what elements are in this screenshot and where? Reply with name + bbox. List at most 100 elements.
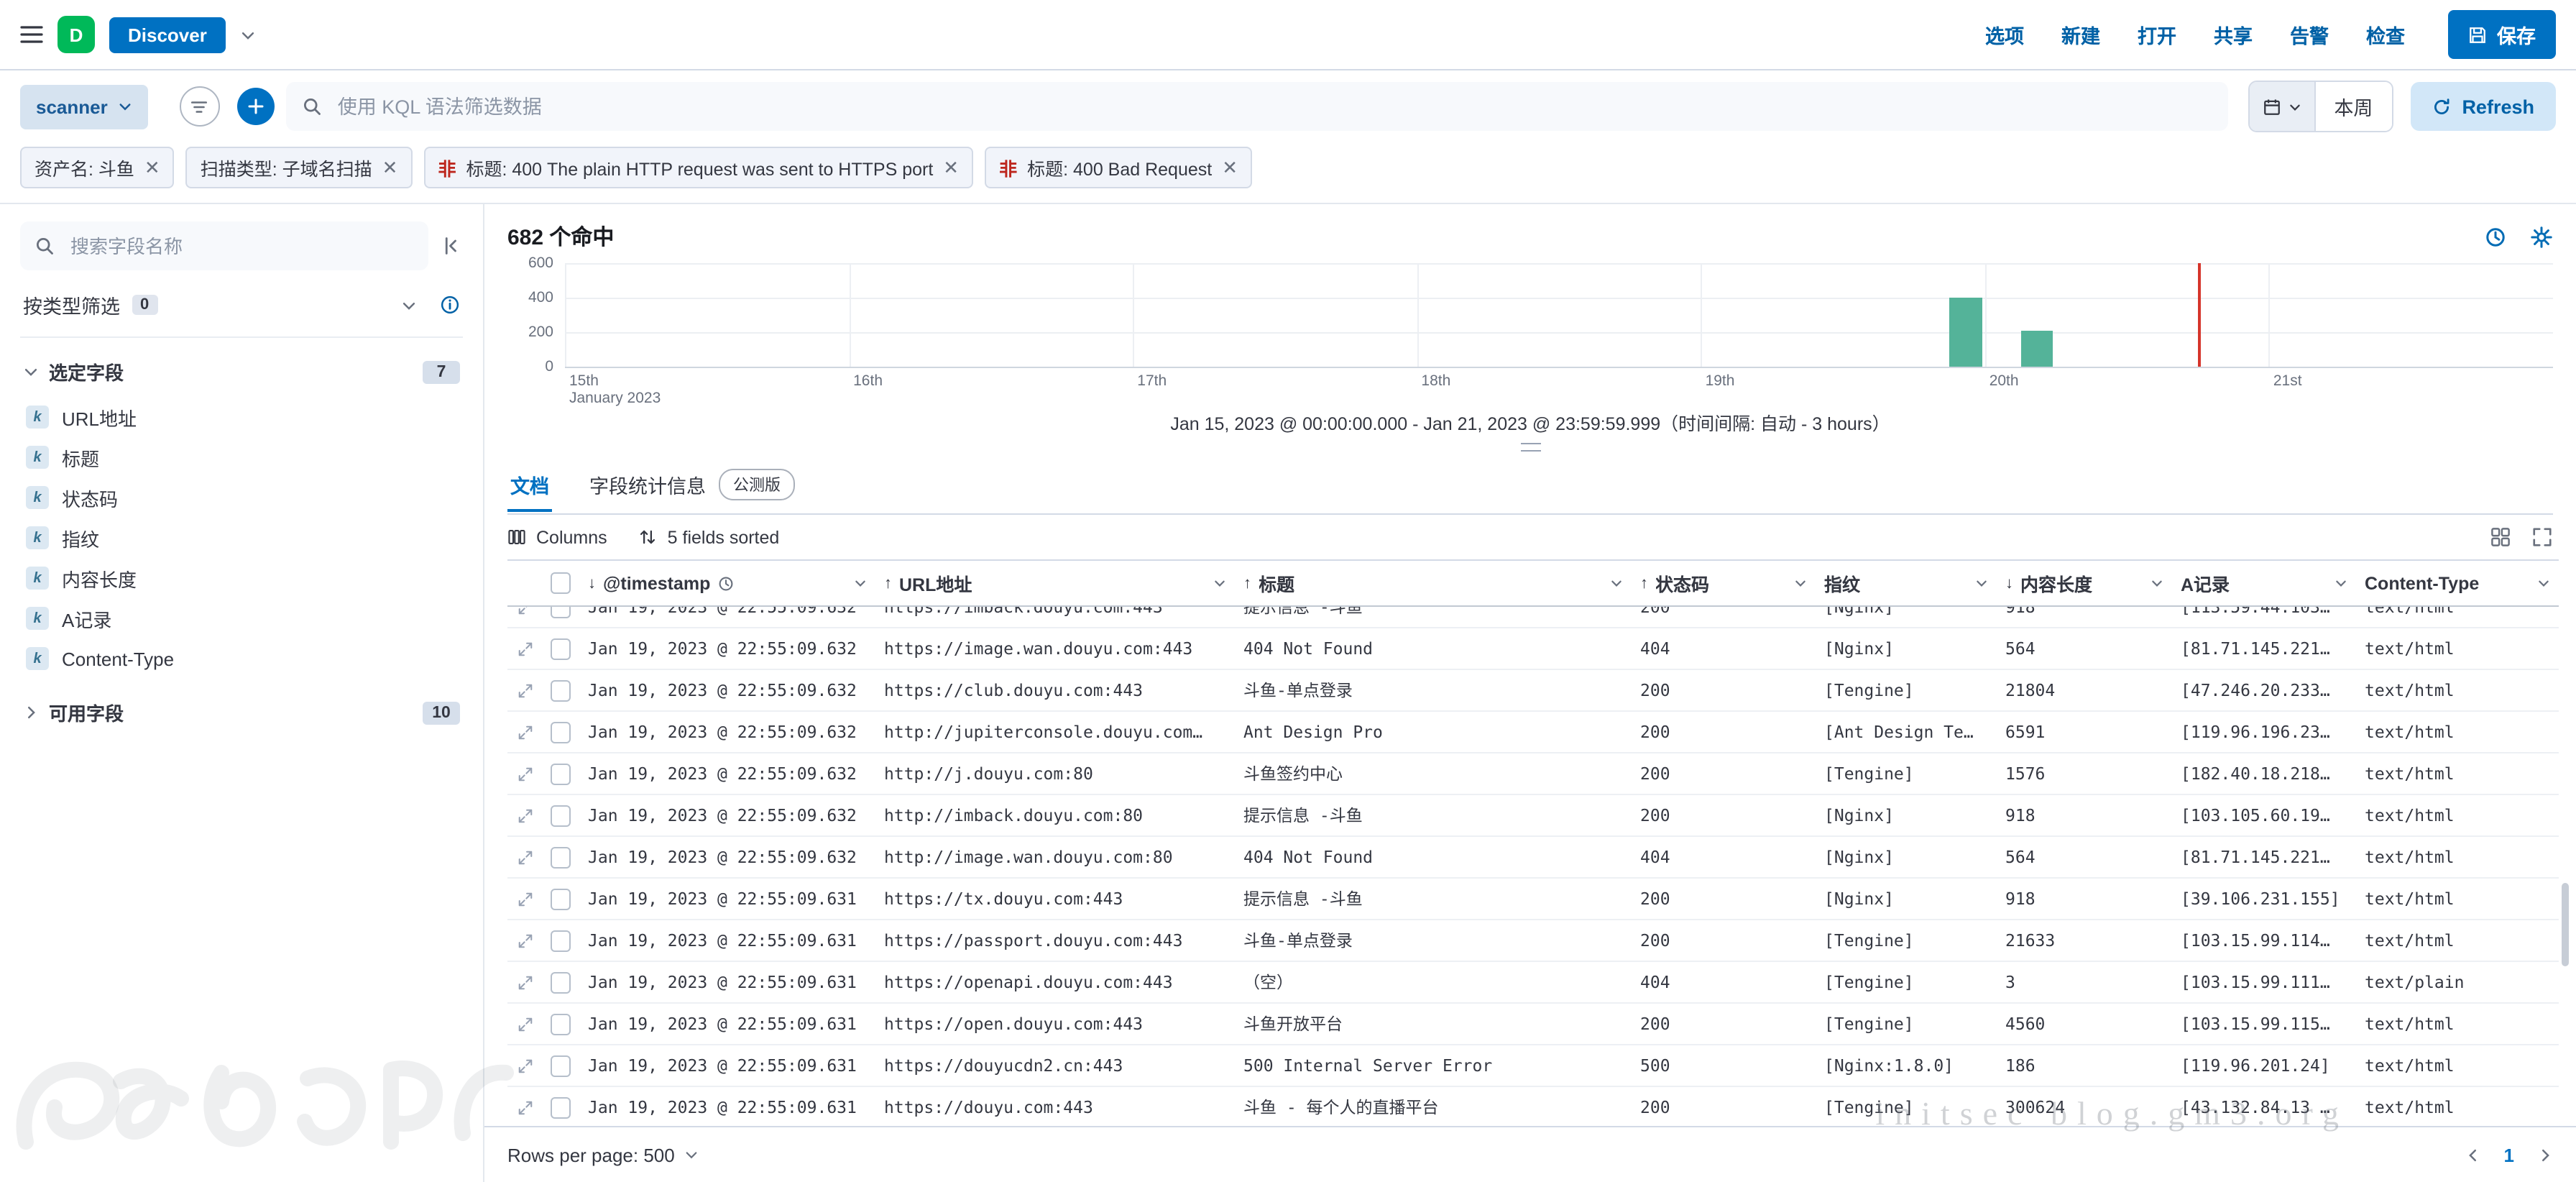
calendar-button[interactable] [2249, 82, 2314, 131]
nav-link-5[interactable]: 检查 [2366, 20, 2405, 49]
collapse-sidebar-icon[interactable] [443, 236, 463, 256]
add-filter-icon[interactable] [237, 88, 275, 125]
nav-link-3[interactable]: 共享 [2214, 20, 2253, 49]
filter-pill-2[interactable]: 非标题: 400 The plain HTTP request was sent… [423, 147, 973, 188]
expand-row-icon[interactable] [517, 933, 533, 948]
expand-row-icon[interactable] [517, 1058, 533, 1073]
remove-filter-icon[interactable]: ✕ [144, 158, 160, 177]
refresh-button[interactable]: Refresh [2410, 82, 2556, 131]
select-all-checkbox[interactable] [551, 572, 571, 594]
expand-row-icon[interactable] [517, 641, 533, 656]
column-header-A记录[interactable]: A记录 [2172, 561, 2356, 605]
time-range-button[interactable]: 本周 [2314, 82, 2391, 131]
expand-row-icon[interactable] [517, 607, 533, 615]
column-menu-icon[interactable] [1975, 577, 1988, 590]
row-checkbox[interactable] [551, 1055, 571, 1076]
data-view-picker[interactable]: scanner [20, 84, 148, 129]
column-menu-icon[interactable] [854, 577, 867, 590]
row-checkbox[interactable] [551, 607, 571, 618]
vertical-scrollbar[interactable] [2562, 882, 2569, 966]
row-checkbox[interactable] [551, 1096, 571, 1118]
gear-icon[interactable] [2530, 225, 2553, 248]
rows-per-page[interactable]: Rows per page: 500 [507, 1144, 699, 1165]
expand-row-icon[interactable] [517, 1016, 533, 1032]
column-header-指纹[interactable]: 指纹 [1816, 561, 1997, 605]
column-header-内容长度[interactable]: ↓内容长度 [1997, 561, 2172, 605]
column-menu-icon[interactable] [1213, 577, 1226, 590]
nav-link-1[interactable]: 新建 [2061, 20, 2100, 49]
field-item-内容长度[interactable]: k内容长度 [20, 558, 463, 598]
space-avatar[interactable]: D [58, 16, 95, 53]
nav-link-4[interactable]: 告警 [2290, 20, 2329, 49]
history-icon[interactable] [2484, 225, 2507, 248]
resize-handle[interactable] [484, 439, 2576, 456]
save-button[interactable]: 保存 [2448, 10, 2556, 59]
nav-link-0[interactable]: 选项 [1985, 20, 2024, 49]
expand-row-icon[interactable] [517, 1099, 533, 1115]
expand-row-icon[interactable] [517, 724, 533, 740]
field-item-Content-Type[interactable]: kContent-Type [20, 638, 463, 679]
field-search-input[interactable] [68, 234, 414, 258]
nav-link-2[interactable]: 打开 [2138, 20, 2176, 49]
expand-row-icon[interactable] [517, 766, 533, 782]
menu-icon[interactable] [20, 24, 43, 45]
columns-button[interactable]: Columns [507, 527, 607, 547]
display-options-icon[interactable] [2490, 526, 2511, 548]
kql-input[interactable] [335, 94, 2212, 119]
tab-documents[interactable]: 文档 [507, 457, 552, 512]
remove-filter-icon[interactable]: ✕ [1222, 158, 1238, 177]
column-menu-icon[interactable] [2537, 577, 2550, 590]
discover-app-button[interactable]: Discover [109, 17, 226, 52]
expand-row-icon[interactable] [517, 807, 533, 823]
filter-by-type[interactable]: 按类型筛选 0 [20, 270, 463, 338]
expand-row-icon[interactable] [517, 849, 533, 865]
next-page-icon[interactable] [2537, 1147, 2553, 1163]
expand-row-icon[interactable] [517, 891, 533, 907]
filter-pill-3[interactable]: 非标题: 400 Bad Request✕ [985, 147, 1252, 188]
row-checkbox[interactable] [551, 721, 571, 743]
info-icon[interactable] [440, 295, 460, 315]
cell-内容长度: 918 [1997, 607, 2172, 617]
row-checkbox[interactable] [551, 805, 571, 826]
field-item-指纹[interactable]: k指纹 [20, 518, 463, 558]
selected-fields-header[interactable]: 选定字段 7 [20, 338, 463, 397]
column-menu-icon[interactable] [2150, 577, 2163, 590]
fullscreen-icon[interactable] [2531, 526, 2553, 548]
row-checkbox[interactable] [551, 1013, 571, 1035]
histogram-bar[interactable] [1949, 298, 1982, 367]
tab-field-statistics[interactable]: 字段统计信息 公测版 [586, 456, 798, 513]
column-menu-icon[interactable] [2334, 577, 2347, 590]
row-checkbox[interactable] [551, 971, 571, 993]
field-item-标题[interactable]: k标题 [20, 437, 463, 477]
column-menu-icon[interactable] [1610, 577, 1623, 590]
column-header-标题[interactable]: ↑标题 [1235, 561, 1632, 605]
histogram-bar[interactable] [2020, 331, 2053, 367]
row-checkbox[interactable] [551, 930, 571, 951]
column-header-URL地址[interactable]: ↑URL地址 [875, 561, 1235, 605]
available-fields-header[interactable]: 可用字段 10 [20, 679, 463, 738]
expand-row-icon[interactable] [517, 974, 533, 990]
row-checkbox[interactable] [551, 846, 571, 868]
row-checkbox[interactable] [551, 763, 571, 784]
column-header-状态码[interactable]: ↑状态码 [1632, 561, 1816, 605]
row-checkbox[interactable] [551, 888, 571, 910]
filter-pill-1[interactable]: 扫描类型: 子域名扫描✕ [186, 147, 413, 188]
remove-filter-icon[interactable]: ✕ [943, 158, 959, 177]
field-item-URL地址[interactable]: kURL地址 [20, 397, 463, 437]
column-header-@timestamp[interactable]: ↓@timestamp [579, 561, 875, 605]
column-menu-icon[interactable] [1794, 577, 1807, 590]
field-item-A记录[interactable]: kA记录 [20, 598, 463, 638]
saved-query-icon[interactable] [180, 86, 220, 127]
remove-filter-icon[interactable]: ✕ [382, 158, 398, 177]
expand-row-icon[interactable] [517, 682, 533, 698]
row-checkbox[interactable] [551, 638, 571, 659]
sort-fields-button[interactable]: 5 fields sorted [639, 527, 780, 547]
previous-page-icon[interactable] [2465, 1147, 2481, 1163]
page-number[interactable]: 1 [2504, 1144, 2514, 1165]
filter-pill-0[interactable]: 资产名: 斗鱼✕ [20, 147, 175, 188]
row-checkbox[interactable] [551, 679, 571, 701]
chevron-down-icon[interactable] [240, 27, 256, 42]
table-row: Jan 19, 2023 @ 22:55:09.631https://douyu… [507, 1087, 2559, 1126]
field-item-状态码[interactable]: k状态码 [20, 477, 463, 518]
column-header-Content-Type[interactable]: Content-Type [2356, 561, 2559, 605]
